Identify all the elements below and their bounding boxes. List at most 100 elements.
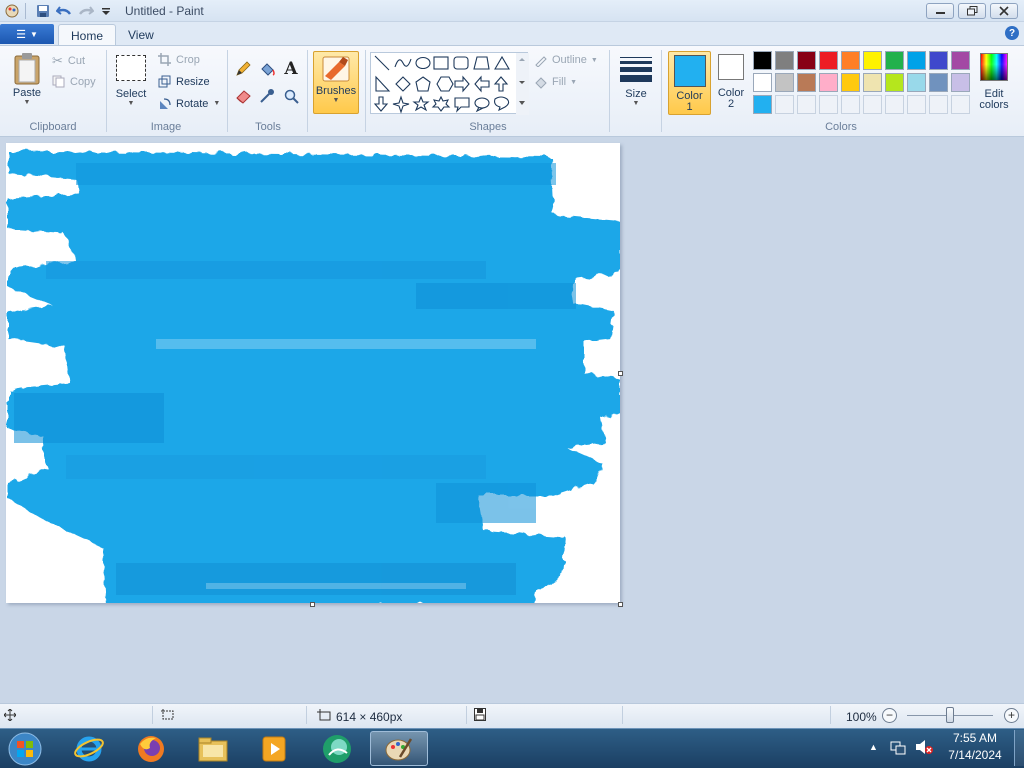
palette-empty-slot[interactable] [841, 95, 860, 114]
palette-empty-slot[interactable] [885, 95, 904, 114]
color-picker-icon[interactable] [257, 86, 277, 106]
palette-swatch[interactable] [775, 51, 794, 70]
edit-colors-button[interactable]: Edit colors [978, 53, 1010, 111]
undo-icon[interactable] [56, 3, 72, 19]
save-icon[interactable] [35, 3, 51, 19]
window-title: Untitled - Paint [125, 4, 204, 18]
palette-swatch[interactable] [841, 73, 860, 92]
palette-swatch[interactable] [863, 51, 882, 70]
palette-swatch[interactable] [753, 73, 772, 92]
palette-empty-slot[interactable] [951, 95, 970, 114]
zoom-in-button[interactable]: + [1004, 708, 1019, 723]
tab-view[interactable]: View [116, 24, 166, 46]
fill-bucket-icon[interactable] [257, 59, 277, 79]
palette-swatch[interactable] [885, 73, 904, 92]
color1-button[interactable]: Color 1 [668, 51, 711, 115]
zoom-level: 100% [846, 710, 877, 724]
paint-taskbar-button[interactable] [370, 731, 428, 766]
chevron-down-icon: ▼ [332, 97, 340, 104]
chevron-down-icon: ▼ [570, 78, 577, 86]
media-player-icon[interactable] [251, 731, 297, 766]
paste-button[interactable]: Paste ▼ [8, 52, 46, 106]
network-icon[interactable] [889, 738, 907, 759]
group-divider [106, 50, 107, 132]
restore-button[interactable] [958, 3, 986, 19]
paste-label: Paste [12, 87, 42, 99]
volume-muted-icon[interactable] [914, 738, 934, 759]
clipboard-icon [14, 53, 40, 85]
palette-swatch[interactable] [907, 73, 926, 92]
drawing-canvas[interactable] [6, 143, 620, 603]
close-button[interactable] [990, 3, 1018, 19]
palette-swatch[interactable] [753, 95, 772, 114]
file-menu-button[interactable]: ☰ ▼ [0, 24, 54, 44]
palette-empty-slot[interactable] [819, 95, 838, 114]
paint-app-icon[interactable] [4, 3, 20, 19]
canvas-size-text: 614 × 460px [336, 710, 403, 724]
eraser-icon[interactable] [233, 86, 253, 106]
crop-button[interactable]: Crop [158, 53, 200, 66]
palette-empty-slot[interactable] [863, 95, 882, 114]
palette-swatch[interactable] [951, 73, 970, 92]
palette-swatch[interactable] [797, 73, 816, 92]
edit-colors-icon [980, 53, 1008, 81]
fill-label: Fill [552, 76, 567, 88]
start-button[interactable] [2, 731, 48, 766]
text-tool-icon[interactable]: A [281, 59, 301, 79]
file-explorer-icon[interactable] [190, 731, 236, 766]
media-center-icon[interactable] [314, 731, 360, 766]
palette-swatch[interactable] [929, 73, 948, 92]
fill-button[interactable]: Fill ▼ [534, 75, 577, 89]
zoom-slider-thumb[interactable] [946, 707, 954, 723]
color2-button[interactable]: Color 2 [714, 54, 748, 114]
palette-swatch[interactable] [907, 51, 926, 70]
resize-handle-right[interactable] [618, 371, 623, 376]
magnifier-icon[interactable] [281, 86, 301, 106]
resize-handle-bottom[interactable] [310, 602, 315, 607]
pencil-icon[interactable] [233, 59, 253, 79]
resize-button[interactable]: Resize [158, 75, 210, 88]
crop-icon [158, 53, 171, 66]
redo-icon[interactable] [78, 3, 94, 19]
customize-toolbar-icon[interactable] [98, 3, 114, 19]
cut-button[interactable]: ✂ Cut [52, 53, 85, 69]
minimize-button[interactable] [926, 3, 954, 19]
clock[interactable]: 7:55 AM 7/14/2024 [940, 731, 1010, 762]
palette-swatch[interactable] [775, 73, 794, 92]
palette-swatch[interactable] [753, 51, 772, 70]
palette-swatch[interactable] [841, 51, 860, 70]
tab-home[interactable]: Home [58, 24, 117, 46]
palette-swatch[interactable] [951, 51, 970, 70]
size-button[interactable]: Size ▼ [617, 52, 655, 107]
palette-empty-slot[interactable] [929, 95, 948, 114]
internet-explorer-icon[interactable] [66, 731, 112, 766]
resize-handle-corner[interactable] [618, 602, 623, 607]
color2-number: 2 [727, 98, 735, 110]
palette-swatch[interactable] [885, 51, 904, 70]
zoom-out-button[interactable]: − [882, 708, 897, 723]
palette-swatch[interactable] [797, 51, 816, 70]
show-desktop-button[interactable] [1014, 730, 1024, 766]
shapes-icons [373, 53, 529, 115]
palette-empty-slot[interactable] [775, 95, 794, 114]
palette-swatch[interactable] [819, 51, 838, 70]
palette-swatch[interactable] [863, 73, 882, 92]
selection-size-icon [161, 709, 175, 724]
outline-button[interactable]: Outline ▼ [534, 53, 598, 67]
rotate-button[interactable]: Rotate ▼ [158, 97, 220, 110]
help-icon[interactable]: ? [1005, 26, 1019, 40]
copy-button[interactable]: Copy [52, 75, 96, 88]
palette-empty-slot[interactable] [797, 95, 816, 114]
select-button[interactable]: Select ▼ [113, 55, 149, 107]
select-label: Select [115, 88, 147, 100]
palette-swatch[interactable] [819, 73, 838, 92]
shapes-group-label: Shapes [469, 121, 507, 133]
brushes-label: Brushes [315, 85, 357, 97]
firefox-icon[interactable] [128, 731, 174, 766]
cut-label: Cut [67, 55, 86, 67]
palette-swatch[interactable] [929, 51, 948, 70]
brushes-button[interactable]: Brushes ▼ [313, 51, 359, 114]
show-hidden-icons-button[interactable]: ▲ [869, 742, 878, 752]
palette-empty-slot[interactable] [907, 95, 926, 114]
chevron-down-icon: ▼ [127, 100, 135, 107]
